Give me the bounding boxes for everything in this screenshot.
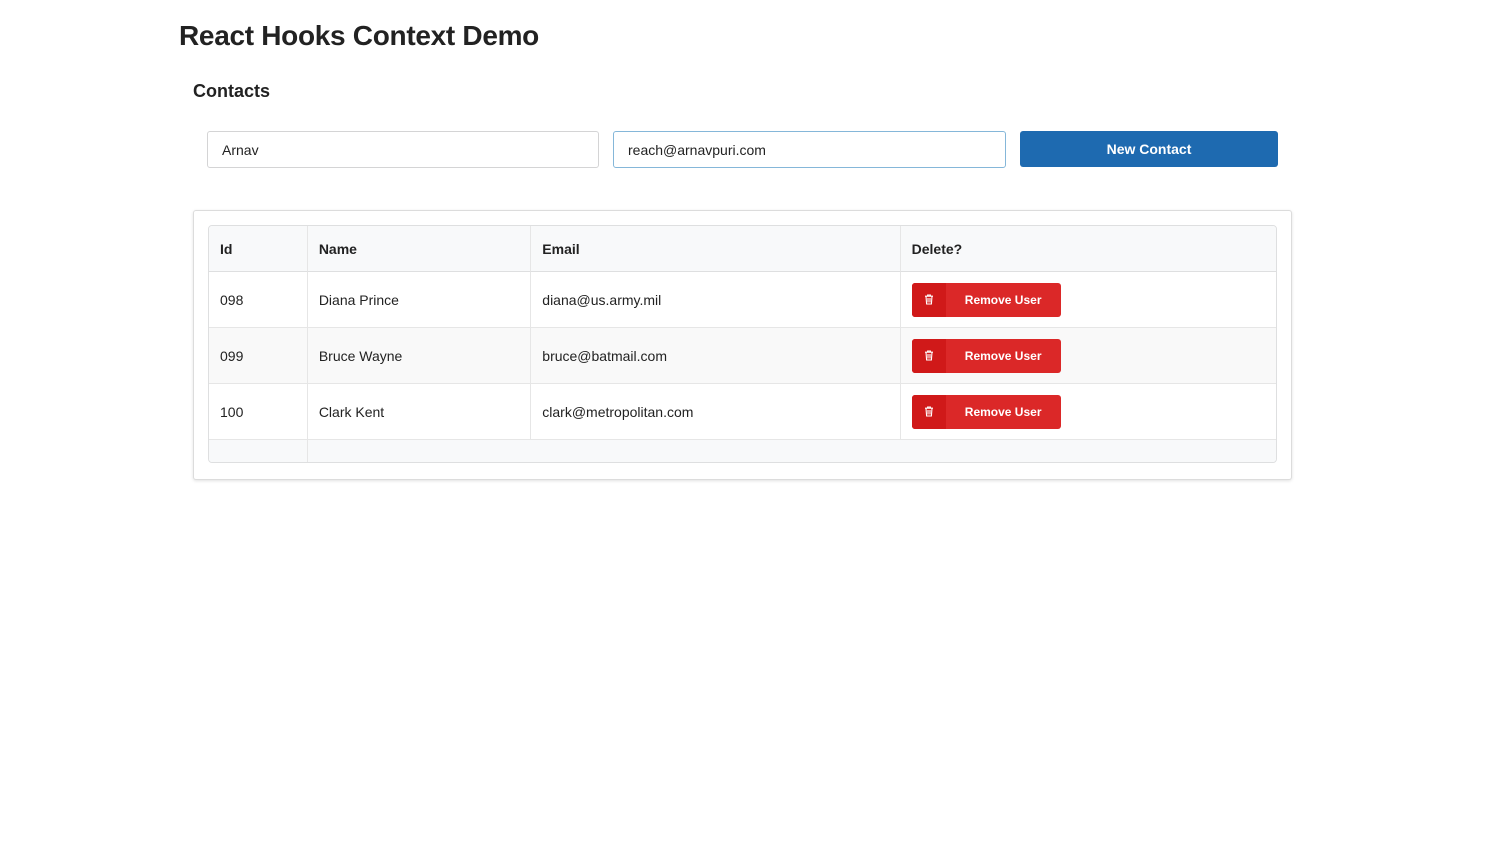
table-row: 099 Bruce Wayne bruce@batmail.com Remove… <box>209 328 1276 384</box>
trash-icon <box>911 282 946 317</box>
cell-delete: Remove User <box>900 328 1276 384</box>
trash-icon <box>911 338 946 373</box>
trash-icon <box>911 394 946 429</box>
new-contact-button[interactable]: New Contact <box>1020 131 1278 167</box>
remove-user-button[interactable]: Remove User <box>911 282 1061 317</box>
section-title: Contacts <box>193 81 271 101</box>
table-footer-row <box>209 440 1276 462</box>
remove-user-button[interactable]: Remove User <box>911 338 1061 373</box>
remove-user-button[interactable]: Remove User <box>911 394 1061 429</box>
cell-email: bruce@batmail.com <box>531 328 901 384</box>
footer-cell <box>307 440 1276 462</box>
remove-user-label: Remove User <box>964 404 1042 419</box>
name-input[interactable] <box>207 131 599 168</box>
cell-email: diana@us.army.mil <box>531 272 901 328</box>
email-input[interactable] <box>613 131 1006 168</box>
cell-name: Diana Prince <box>307 272 532 328</box>
cell-name: Bruce Wayne <box>307 328 532 384</box>
page-title: React Hooks Context Demo <box>179 20 539 51</box>
cell-id: 098 <box>209 272 308 328</box>
cell-id: 100 <box>209 384 308 440</box>
header-id: Id <box>209 226 308 272</box>
remove-user-label: Remove User <box>964 292 1042 307</box>
header-email: Email <box>531 226 901 272</box>
header-delete: Delete? <box>900 226 1276 272</box>
header-name: Name <box>307 226 532 272</box>
cell-id: 099 <box>209 328 308 384</box>
remove-user-label: Remove User <box>964 348 1042 363</box>
contacts-card: Id Name Email Delete? 098 Diana Prince d… <box>193 210 1292 480</box>
cell-delete: Remove User <box>900 384 1276 440</box>
cell-delete: Remove User <box>900 272 1276 328</box>
cell-name: Clark Kent <box>307 384 532 440</box>
contacts-table: Id Name Email Delete? 098 Diana Prince d… <box>208 225 1277 463</box>
footer-cell <box>209 440 308 462</box>
table-row: 100 Clark Kent clark@metropolitan.com Re… <box>209 384 1276 440</box>
cell-email: clark@metropolitan.com <box>531 384 901 440</box>
table-header-row: Id Name Email Delete? <box>209 226 1276 272</box>
table-row: 098 Diana Prince diana@us.army.mil Remov… <box>209 272 1276 328</box>
